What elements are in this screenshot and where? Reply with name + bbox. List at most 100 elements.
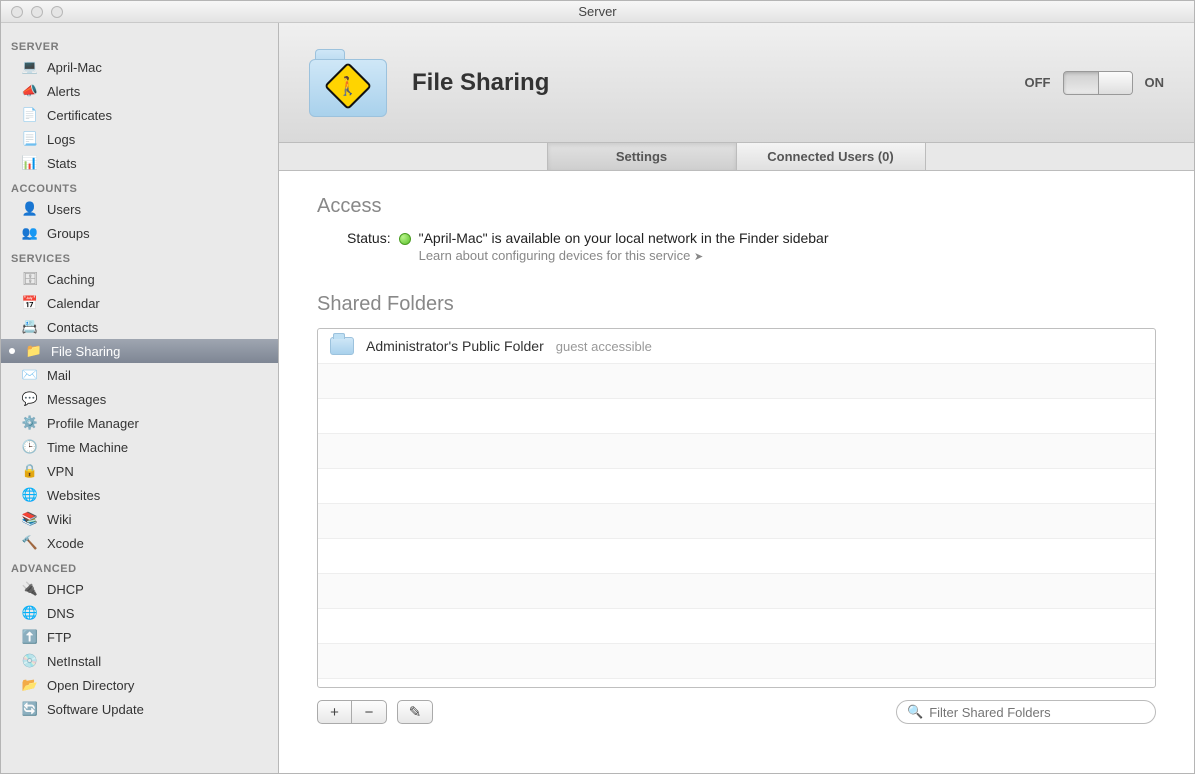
dhcp-icon: 🔌	[21, 580, 39, 598]
empty-row	[318, 469, 1155, 504]
folder-name: Administrator's Public Folder	[366, 338, 544, 354]
sidebar-item-groups[interactable]: 👥Groups	[1, 221, 278, 245]
status-row: Status: "April-Mac" is available on your…	[347, 230, 1156, 263]
add-remove-segment: + −	[317, 700, 387, 724]
content-area: Access Status: "April-Mac" is available …	[279, 171, 1194, 773]
empty-row	[318, 399, 1155, 434]
sidebar-item-caching[interactable]: 🗄Caching	[1, 267, 278, 291]
update-icon: 🔄	[21, 700, 39, 718]
sidebar-item-label: Certificates	[47, 108, 112, 123]
sidebar-item-label: Users	[47, 202, 81, 217]
add-button[interactable]: +	[318, 701, 352, 723]
sidebar-item-open-directory[interactable]: 📂 Open Directory	[1, 673, 278, 697]
remove-button[interactable]: −	[352, 701, 386, 723]
sidebar-item-label: Xcode	[47, 536, 84, 551]
sidebar-item-certificates[interactable]: 📄Certificates	[1, 103, 278, 127]
sidebar-item-label: Wiki	[47, 512, 72, 527]
log-icon: 📃	[21, 130, 39, 148]
empty-row	[318, 574, 1155, 609]
sidebar-item-websites[interactable]: 🌐 Websites	[1, 483, 278, 507]
globe-icon: 🌐	[21, 486, 39, 504]
service-status-dot	[9, 348, 15, 354]
sidebar-item-profile-manager[interactable]: ⚙️Profile Manager	[1, 411, 278, 435]
sidebar-item-label: Time Machine	[47, 440, 128, 455]
status-indicator-icon	[399, 233, 411, 245]
toggle-off-label: OFF	[1025, 75, 1051, 90]
edit-segment: ✎	[397, 700, 433, 724]
list-toolbar: + − ✎ 🔍	[317, 700, 1156, 724]
sidebar-item-label: Alerts	[47, 84, 80, 99]
tab-connected-users[interactable]: Connected Users (0)	[736, 143, 926, 170]
server-window: Server SERVER💻April-Mac 📣 Alerts 📄Certifica…	[0, 0, 1195, 774]
folder-icon	[330, 337, 354, 355]
sidebar-item-label: Logs	[47, 132, 75, 147]
hammer-icon: 🔨	[21, 534, 39, 552]
empty-row	[318, 609, 1155, 644]
sidebar-item-wiki[interactable]: 📚Wiki	[1, 507, 278, 531]
sidebar-item-netinstall[interactable]: 💿 NetInstall	[1, 649, 278, 673]
sidebar-item-alerts[interactable]: 📣 Alerts	[1, 79, 278, 103]
netinstall-icon: 💿	[21, 652, 39, 670]
main-pane: 🚶 File Sharing OFF ON Settings Connected…	[279, 23, 1194, 773]
sidebar-item-calendar[interactable]: 📅 Calendar	[1, 291, 278, 315]
folder-icon: 📁	[25, 342, 43, 360]
sidebar-item-stats[interactable]: 📊Stats	[1, 151, 278, 175]
arrow-right-icon: ➤	[694, 251, 703, 263]
folder-meta: guest accessible	[556, 339, 652, 354]
on-off-switch[interactable]	[1063, 71, 1133, 95]
toggle-on-label: ON	[1145, 75, 1165, 90]
sidebar-item-dhcp[interactable]: 🔌DHCP	[1, 577, 278, 601]
sidebar-item-april-mac[interactable]: 💻April-Mac	[1, 55, 278, 79]
sidebar-item-label: Calendar	[47, 296, 100, 311]
window-title: Server	[1, 4, 1194, 19]
shared-folders-list[interactable]: Administrator's Public Folder guest acces…	[317, 328, 1156, 688]
sidebar-item-file-sharing[interactable]: 📁 File Sharing	[1, 339, 278, 363]
sidebar-item-contacts[interactable]: 📇 Contacts	[1, 315, 278, 339]
edit-button[interactable]: ✎	[398, 701, 432, 723]
timemachine-icon: 🕒	[21, 438, 39, 456]
globe-icon: 🌐	[21, 604, 39, 622]
sidebar-item-xcode[interactable]: 🔨 Xcode	[1, 531, 278, 555]
sidebar-item-label: Mail	[47, 368, 71, 383]
lock-icon: 🔒	[21, 462, 39, 480]
sidebar: SERVER💻April-Mac 📣 Alerts 📄Certificates 📃 Log…	[1, 23, 279, 773]
sidebar-item-ftp[interactable]: ⬆️FTP	[1, 625, 278, 649]
sidebar-item-software-update[interactable]: 🔄 Software Update	[1, 697, 278, 721]
megaphone-icon: 📣	[21, 82, 39, 100]
tab-bar: Settings Connected Users (0)	[279, 143, 1194, 171]
sidebar-item-vpn[interactable]: 🔒 VPN	[1, 459, 278, 483]
sidebar-group-header: SERVER	[1, 33, 278, 55]
sidebar-item-label: File Sharing	[51, 344, 120, 359]
sidebar-item-label: NetInstall	[47, 654, 101, 669]
profile-icon: ⚙️	[21, 414, 39, 432]
sidebar-item-label: Websites	[47, 488, 100, 503]
contacts-icon: 📇	[21, 318, 39, 336]
sidebar-item-users[interactable]: 👤 Users	[1, 197, 278, 221]
sidebar-group-header: ACCOUNTS	[1, 175, 278, 197]
search-field[interactable]: 🔍	[896, 700, 1156, 724]
directory-icon: 📂	[21, 676, 39, 694]
sidebar-item-time-machine[interactable]: 🕒 Time Machine	[1, 435, 278, 459]
sidebar-item-label: VPN	[47, 464, 74, 479]
empty-row	[318, 364, 1155, 399]
user-icon: 👤	[21, 200, 39, 218]
sidebar-item-dns[interactable]: 🌐DNS	[1, 601, 278, 625]
search-input[interactable]	[929, 705, 1145, 720]
caching-icon: 🗄	[21, 270, 39, 288]
sidebar-item-label: Open Directory	[47, 678, 134, 693]
empty-row	[318, 504, 1155, 539]
stats-icon: 📊	[21, 154, 39, 172]
sidebar-item-label: April-Mac	[47, 60, 102, 75]
calendar-icon: 📅	[21, 294, 39, 312]
sidebar-item-messages[interactable]: 💬Messages	[1, 387, 278, 411]
ftp-icon: ⬆️	[21, 628, 39, 646]
sidebar-item-label: Contacts	[47, 320, 98, 335]
shared-folder-row[interactable]: Administrator's Public Folder guest acces…	[318, 329, 1155, 364]
sidebar-item-mail[interactable]: ✉️Mail	[1, 363, 278, 387]
tab-settings[interactable]: Settings	[547, 143, 737, 170]
sidebar-item-logs[interactable]: 📃 Logs	[1, 127, 278, 151]
sidebar-item-label: Software Update	[47, 702, 144, 717]
sidebar-item-label: Messages	[47, 392, 106, 407]
learn-link[interactable]: Learn about configuring devices for this…	[419, 248, 829, 263]
empty-row	[318, 434, 1155, 469]
